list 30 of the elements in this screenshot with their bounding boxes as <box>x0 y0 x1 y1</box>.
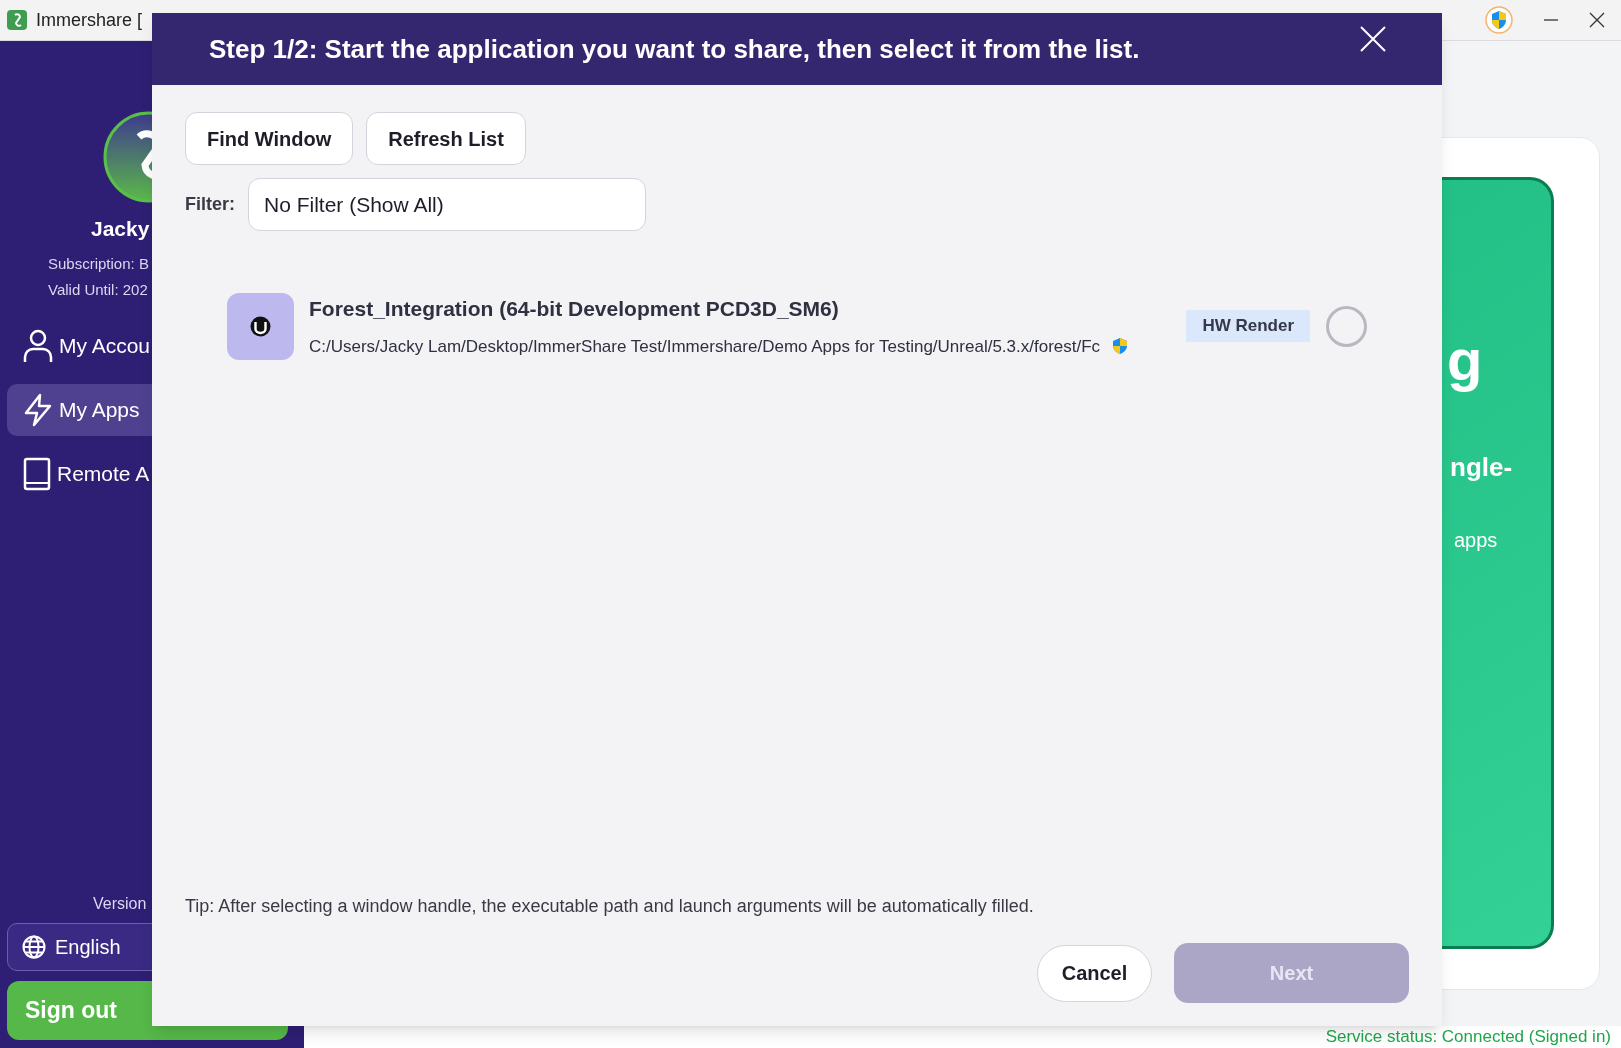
tip-text: Tip: After selecting a window handle, the executable path and launch arguments will be automatically filled. <box>185 895 1035 918</box>
version-text: Version <box>93 894 147 914</box>
globe-icon <box>22 935 46 959</box>
person-icon <box>23 328 53 363</box>
body-text: apps <box>1453 528 1499 553</box>
valid-until-text: Valid Until: 202 <box>48 280 149 300</box>
nav-item[interactable]: Remote A <box>7 447 297 500</box>
dialog-title: Step 1/2: Start the application you want to share, then select it from the list. <box>209 32 1140 66</box>
app-logo-icon <box>7 10 27 30</box>
cancel-button[interactable]: Cancel <box>1037 944 1152 1002</box>
app-name: Forest_Integration (64-bit Development PCD3D_SM6) <box>309 296 840 322</box>
window-title: Immershare [ <box>36 8 143 32</box>
service-status: Service status: Connected (Signed in) <box>1325 1027 1611 1047</box>
app-icon <box>227 292 294 360</box>
filter-field[interactable]: No Filter (Show All) <box>248 178 646 231</box>
subheading-text: ngle- <box>1449 451 1514 484</box>
book-icon <box>23 456 51 491</box>
toolbar-button[interactable]: Find Window <box>185 112 354 165</box>
filter-label: Filter: <box>185 193 235 216</box>
radio-button[interactable] <box>1326 305 1367 347</box>
lightning-icon <box>23 392 53 427</box>
user-name: Jacky <box>91 216 151 242</box>
toolbar-button[interactable]: Refresh List <box>366 112 526 165</box>
app-path: C:/Users/Jacky Lam/Desktop/ImmerShare Test/Immershare/Demo Apps for Testing/Unreal/5.3.x/forest/Fc <box>309 335 1101 358</box>
shield-icon[interactable] <box>1485 6 1513 34</box>
close-icon[interactable] <box>1589 12 1605 28</box>
headline-text: g <box>1447 330 1484 390</box>
subscription-text: Subscription: B <box>48 253 150 274</box>
nav-item[interactable]: My Accou <box>7 319 297 372</box>
render-tag: HW Render <box>1186 310 1310 342</box>
